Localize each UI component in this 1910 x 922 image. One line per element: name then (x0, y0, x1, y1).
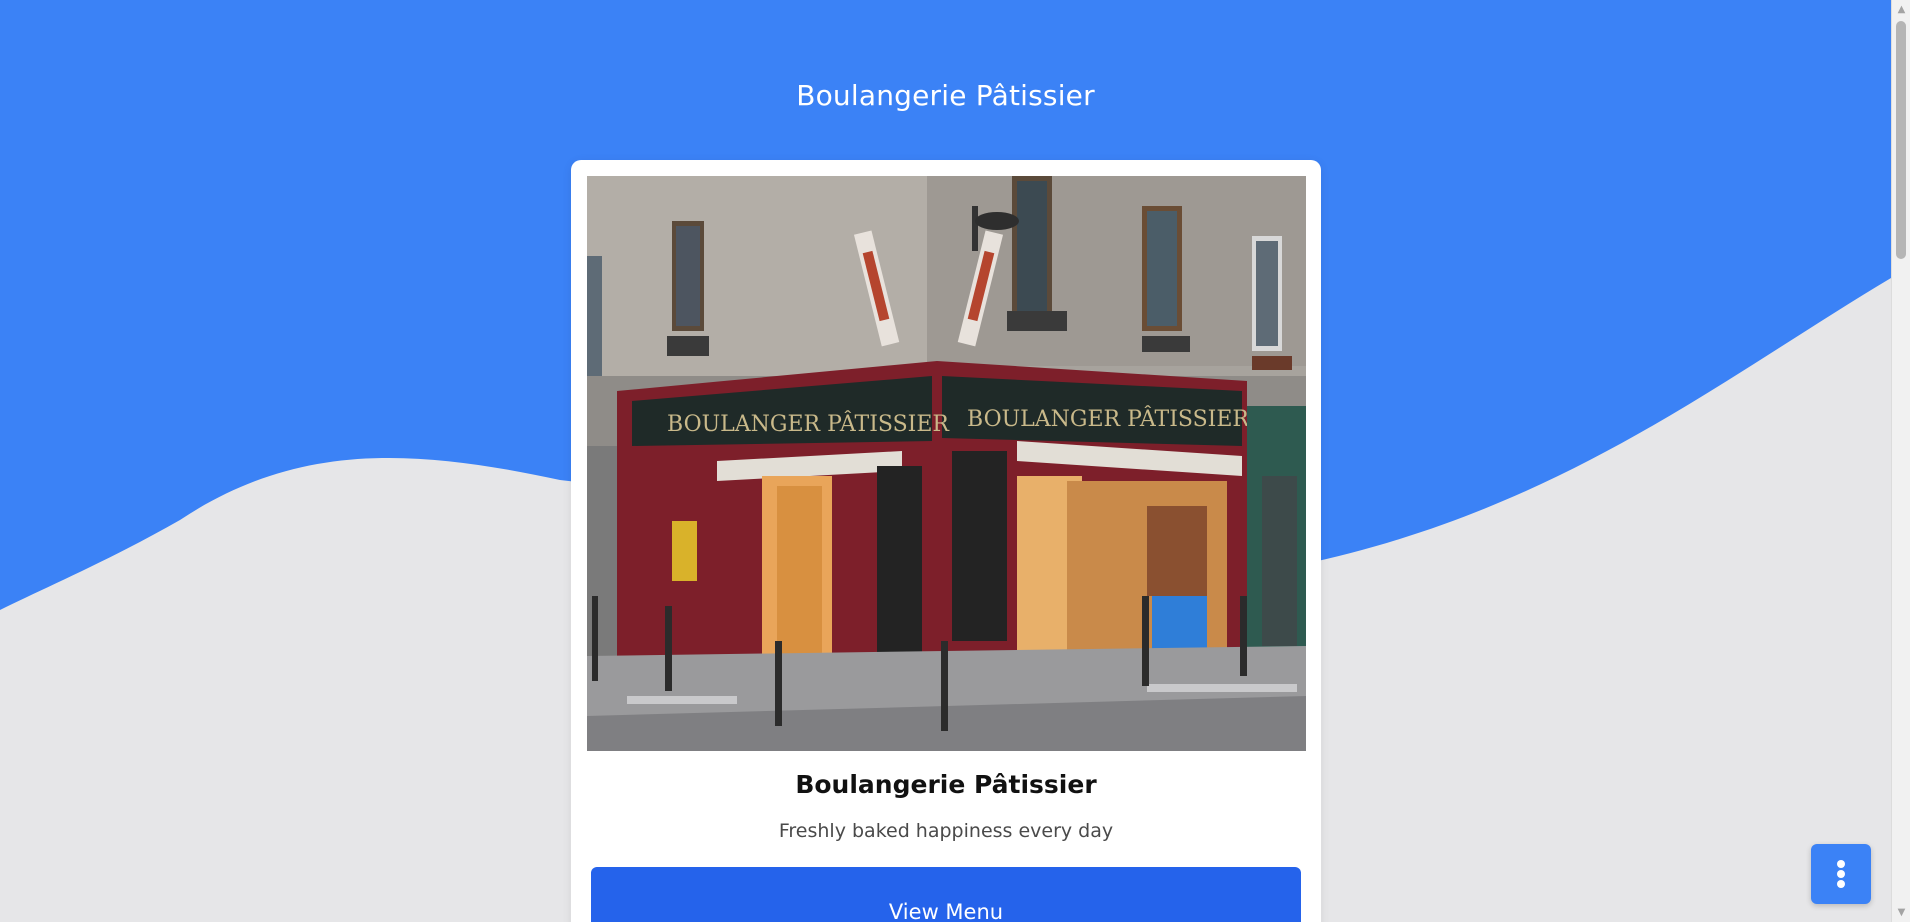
page-title: Boulangerie Pâtissier (796, 78, 1095, 112)
more-vertical-icon-dot-2 (1837, 870, 1845, 878)
shop-sign-left: BOULANGER PÂTISSIER (667, 410, 950, 437)
scroll-down-arrow-icon[interactable]: ▼ (1892, 904, 1910, 921)
storefront-image: BOULANGER PÂTISSIER BOULANGER PÂTISSIER (587, 176, 1306, 751)
card-tagline: Freshly baked happiness every day (778, 820, 1114, 842)
page-viewport: Boulangerie Pâtissier BOULANGER PÂTISSIE… (0, 0, 1891, 922)
card-heading: Boulangerie Pâtissier (795, 770, 1097, 799)
scrollbar-thumb[interactable] (1896, 21, 1906, 259)
view-menu-button[interactable]: View Menu (591, 867, 1301, 922)
bakery-card: BOULANGER PÂTISSIER BOULANGER PÂTISSIER (571, 160, 1321, 922)
vertical-scrollbar[interactable]: ▲ ▼ (1891, 0, 1910, 922)
more-options-button[interactable] (1811, 844, 1871, 904)
storefront-photo-svg: BOULANGER PÂTISSIER BOULANGER PÂTISSIER (587, 176, 1306, 751)
more-vertical-icon-dot-3 (1837, 880, 1845, 888)
shop-sign-right: BOULANGER PÂTISSIER (967, 405, 1250, 432)
more-vertical-icon-dot-1 (1837, 860, 1845, 868)
scroll-up-arrow-icon[interactable]: ▲ (1892, 1, 1910, 18)
